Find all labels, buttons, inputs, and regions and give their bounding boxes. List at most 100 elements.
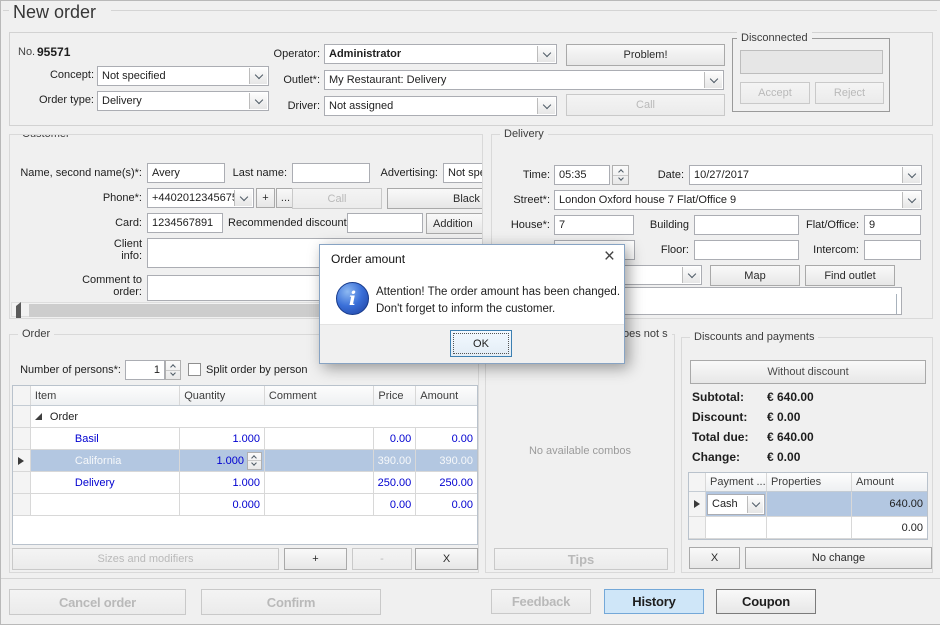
spin-down-icon[interactable] xyxy=(166,370,180,380)
chevron-down-icon[interactable] xyxy=(234,190,252,206)
floor-input[interactable] xyxy=(694,240,799,260)
payment-method-cell[interactable]: Cash xyxy=(706,492,767,516)
quantity-cell-editor[interactable]: 1.000 xyxy=(180,450,265,471)
accept-button[interactable]: Accept xyxy=(740,82,810,104)
chevron-down-icon[interactable] xyxy=(747,496,763,513)
card-input[interactable]: 1234567891 xyxy=(147,213,223,233)
add-phone-button[interactable]: + xyxy=(256,188,275,208)
driver-call-button[interactable]: Call xyxy=(566,94,725,116)
payment-method-editor[interactable]: Cash xyxy=(707,494,765,515)
last-name-input[interactable] xyxy=(292,163,370,183)
col-item[interactable]: Item xyxy=(31,386,180,405)
quantity-cell[interactable]: 1.000 xyxy=(180,428,265,449)
without-discount-button[interactable]: Without discount xyxy=(690,360,926,384)
building-input[interactable] xyxy=(694,215,799,235)
tips-button[interactable]: Tips xyxy=(494,548,668,570)
remove-item-button[interactable]: - xyxy=(352,548,412,570)
persons-stepper[interactable] xyxy=(165,360,181,380)
col-payment-method[interactable]: Payment ... xyxy=(706,473,767,491)
close-icon[interactable]: × xyxy=(604,246,615,268)
comment-cell[interactable] xyxy=(265,494,374,515)
table-row[interactable]: Delivery 1.000 250.00 250.00 xyxy=(13,472,477,494)
problem-button[interactable]: Problem! xyxy=(566,44,725,66)
properties-cell[interactable] xyxy=(767,492,852,516)
col-amount[interactable]: Amount xyxy=(416,386,477,405)
confirm-label: Confirm xyxy=(267,595,315,610)
col-quantity[interactable]: Quantity xyxy=(180,386,265,405)
outlet-select[interactable]: My Restaurant: Delivery xyxy=(324,70,724,90)
find-outlet-button[interactable]: Find outlet xyxy=(805,265,895,286)
quantity-cell[interactable]: 1.000 xyxy=(180,472,265,493)
combos-title-fragment: oes not s xyxy=(619,328,672,340)
payment-row[interactable]: 0.00 xyxy=(689,517,927,539)
reject-button[interactable]: Reject xyxy=(815,82,884,104)
operator-value: Administrator xyxy=(329,48,401,60)
payment-amount-cell[interactable]: 640.00 xyxy=(852,492,927,516)
ok-button[interactable]: OK xyxy=(450,330,512,357)
scroll-left-icon[interactable] xyxy=(16,306,21,318)
table-row-group[interactable]: Order xyxy=(13,406,477,428)
time-stepper[interactable] xyxy=(612,165,629,185)
addition-button[interactable]: Addition xyxy=(426,213,483,234)
table-row-selected[interactable]: California 1.000 390.00 390.00 xyxy=(13,450,477,472)
blacklist-button[interactable]: Black xyxy=(387,188,483,209)
comment-cell[interactable] xyxy=(265,472,374,493)
spin-up-icon[interactable] xyxy=(248,453,261,461)
sizes-modifiers-button[interactable]: Sizes and modifiers xyxy=(12,548,279,570)
confirm-button[interactable]: Confirm xyxy=(201,589,381,615)
spin-up-icon[interactable] xyxy=(613,166,628,175)
expander-icon[interactable] xyxy=(35,413,42,420)
no-change-button[interactable]: No change xyxy=(745,547,932,569)
cancel-order-button[interactable]: Cancel order xyxy=(9,589,186,615)
spin-down-icon[interactable] xyxy=(248,460,261,469)
history-button[interactable]: History xyxy=(604,589,704,614)
split-order-checkbox[interactable] xyxy=(188,363,201,376)
table-row[interactable]: Basil 1.000 0.00 0.00 xyxy=(13,428,477,450)
chevron-down-icon[interactable] xyxy=(537,98,555,114)
spin-down-icon[interactable] xyxy=(613,175,628,185)
customer-call-button[interactable]: Call xyxy=(292,188,382,209)
operator-select[interactable]: Administrator xyxy=(324,44,557,64)
col-comment[interactable]: Comment xyxy=(265,386,375,405)
col-amount[interactable]: Amount xyxy=(852,473,927,491)
dialog-titlebar[interactable]: Order amount × xyxy=(320,245,624,273)
chevron-down-icon[interactable] xyxy=(704,72,722,88)
chevron-down-icon[interactable] xyxy=(902,167,920,183)
time-input[interactable]: 05:35 xyxy=(554,165,610,185)
intercom-input[interactable] xyxy=(864,240,921,260)
street-label: Street*: xyxy=(500,194,550,206)
street-select[interactable]: London Oxford house 7 Flat/Office 9 xyxy=(554,190,922,210)
coupon-button[interactable]: Coupon xyxy=(716,589,816,614)
col-properties[interactable]: Properties xyxy=(767,473,852,491)
properties-cell[interactable] xyxy=(767,517,852,538)
house-input[interactable]: 7 xyxy=(554,215,634,235)
rec-discount-field[interactable] xyxy=(347,213,423,233)
order-group: Order Number of persons*: 1 Split order … xyxy=(9,334,479,573)
comment-cell[interactable] xyxy=(265,428,374,449)
quantity-stepper[interactable] xyxy=(247,452,262,470)
customer-name-input[interactable]: Avery xyxy=(147,163,225,183)
payment-row-selected[interactable]: Cash 640.00 xyxy=(689,492,927,517)
phone-input[interactable]: +4402012345675 xyxy=(147,188,254,208)
feedback-button[interactable]: Feedback xyxy=(491,589,591,614)
chevron-down-icon[interactable] xyxy=(682,267,700,283)
add-item-button[interactable]: + xyxy=(284,548,347,570)
payment-amount-cell[interactable]: 0.00 xyxy=(852,517,927,538)
col-price[interactable]: Price xyxy=(374,386,416,405)
payment-method-cell[interactable] xyxy=(706,517,767,538)
advertising-select[interactable]: Not spe xyxy=(443,163,483,183)
quantity-cell[interactable]: 0.000 xyxy=(180,494,265,515)
persons-input[interactable]: 1 xyxy=(125,360,165,380)
remove-payment-button[interactable]: X xyxy=(689,547,740,569)
map-button[interactable]: Map xyxy=(710,265,800,286)
flat-input[interactable]: 9 xyxy=(864,215,921,235)
delete-item-button[interactable]: X xyxy=(415,548,478,570)
table-row[interactable]: 0.000 0.00 0.00 xyxy=(13,494,477,516)
driver-select[interactable]: Not assigned xyxy=(324,96,557,116)
chevron-down-icon[interactable] xyxy=(902,192,920,208)
chevron-down-icon[interactable] xyxy=(537,46,555,62)
comment-cell[interactable] xyxy=(265,450,374,471)
spin-up-icon[interactable] xyxy=(166,361,180,370)
date-select[interactable]: 10/27/2017 xyxy=(689,165,922,185)
scroll-down-icon[interactable] xyxy=(896,304,897,315)
